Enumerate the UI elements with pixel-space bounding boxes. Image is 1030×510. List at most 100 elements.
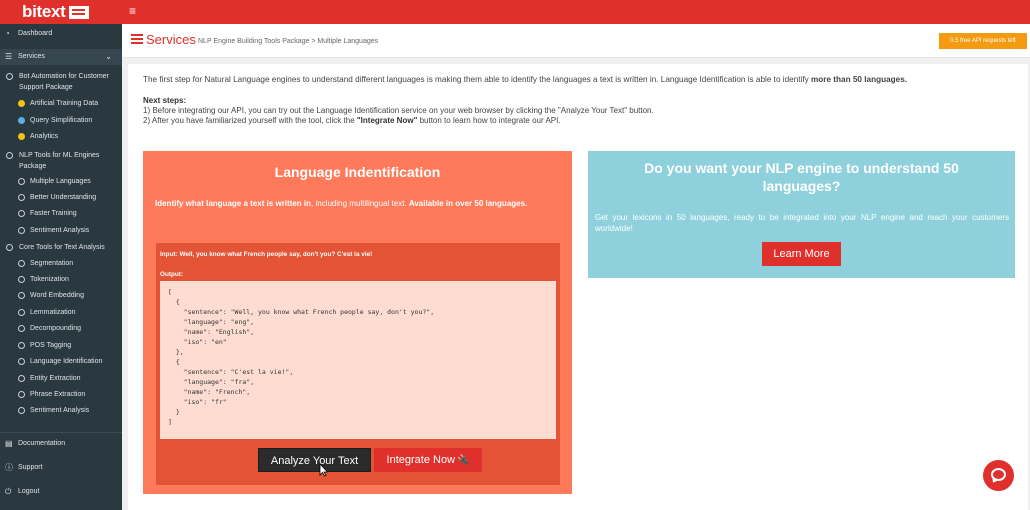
- sidebar-item-label: Tokenization: [30, 276, 69, 283]
- circle-icon: [18, 325, 25, 332]
- sidebar-item-query-simplification[interactable]: Query Simplification: [0, 113, 122, 129]
- document-icon: ▤: [5, 439, 13, 448]
- api-requests-badge[interactable]: 0.5 free API requests left: [939, 33, 1027, 49]
- learn-more-button[interactable]: Learn More: [762, 242, 841, 266]
- logo-text: bitext: [22, 2, 66, 21]
- sidebar-item-multiple-languages[interactable]: Multiple Languages: [0, 174, 122, 190]
- output-code-block: [ { "sentence": "Well, you know what Fre…: [160, 281, 556, 439]
- sidebar-divider: [0, 432, 122, 433]
- intro-text-bold: more than 50 languages.: [811, 75, 908, 84]
- input-output-box: Input: Well, you know what French people…: [156, 243, 560, 485]
- sidebar-package-bot-automation[interactable]: Bot Automation for Customer Support Pack…: [0, 71, 122, 93]
- language-card-title: Language Indentification: [274, 164, 441, 180]
- language-card-description: Identify what language a text is written…: [155, 198, 560, 209]
- sidebar-package-nlp-tools[interactable]: NLP Tools for ML Engines Package: [0, 150, 122, 172]
- circle-icon: [18, 194, 25, 201]
- sidebar-item-label: Support: [18, 464, 43, 471]
- sidebar-item-label: Analytics: [30, 133, 59, 140]
- info-icon: ⓘ: [5, 463, 13, 472]
- sidebar-item-word-embedding[interactable]: Word Embedding: [0, 288, 122, 304]
- next-step-2: 2) After you have familiarized yourself …: [143, 116, 1023, 126]
- sidebar-item-label: Better Understanding: [30, 194, 97, 201]
- sidebar-item-language-identification[interactable]: Language Identification: [0, 354, 122, 370]
- sidebar-item-label: Segmentation: [30, 260, 74, 267]
- circle-icon: [18, 227, 25, 234]
- intro-text-body: The first step for Natural Language engi…: [143, 75, 812, 84]
- circle-icon: [18, 276, 25, 283]
- circle-icon: [18, 309, 25, 316]
- lang-desc-bold2: Available in over 50 languages.: [408, 199, 528, 208]
- sidebar-item-better-understanding[interactable]: Better Understanding: [0, 190, 122, 206]
- language-identification-card: Language Indentification Identify what l…: [143, 151, 572, 494]
- sidebar-item-label: Logout: [18, 488, 40, 495]
- next-steps: Next steps: 1) Before integrating our AP…: [143, 96, 1023, 126]
- breadcrumb: NLP Engine Building Tools Package > Mult…: [198, 38, 379, 45]
- step2-post: button to learn how to integrate our API…: [417, 116, 561, 125]
- list-icon: ☰: [5, 52, 13, 61]
- sidebar: ◔ Dashboard ☰ Services ⌄ Bot Automation …: [0, 24, 122, 510]
- sidebar-item-decompounding[interactable]: Decompounding: [0, 321, 122, 337]
- sidebar-item-support[interactable]: ⓘ Support: [0, 460, 122, 476]
- sidebar-item-tokenization[interactable]: Tokenization: [0, 272, 122, 288]
- circle-icon: [18, 407, 25, 414]
- power-icon: ⏻: [5, 487, 12, 496]
- circle-icon: [6, 152, 13, 159]
- sidebar-item-label: Multiple Languages: [30, 178, 91, 185]
- blue-dot-icon: [18, 117, 25, 124]
- sidebar-item-label: Decompounding: [30, 325, 81, 332]
- sidebar-item-faster-training[interactable]: Faster Training: [0, 206, 122, 222]
- sidebar-item-label: Language Identification: [30, 358, 103, 365]
- sidebar-item-artificial-training-data[interactable]: Artificial Training Data: [0, 96, 122, 112]
- sidebar-item-phrase-extraction[interactable]: Phrase Extraction: [0, 387, 122, 403]
- yellow-dot-icon: [18, 133, 25, 140]
- sidebar-item-label: POS Tagging: [30, 342, 72, 349]
- circle-icon: [18, 375, 25, 382]
- circle-icon: [18, 342, 25, 349]
- circle-icon: [18, 260, 25, 267]
- input-label: Input: Well, you know what French people…: [160, 251, 373, 258]
- sidebar-item-label: Services: [18, 53, 45, 60]
- sidebar-item-label: Sentiment Analysis: [30, 407, 90, 414]
- hamburger-menu-icon[interactable]: ≡: [129, 3, 136, 19]
- sidebar-item-logout[interactable]: ⏻ Logout: [0, 484, 122, 500]
- next-steps-title: Next steps:: [143, 96, 187, 105]
- integrate-now-button[interactable]: Integrate Now 🔌: [374, 448, 482, 472]
- step2-pre: 2) After you have familiarized yourself …: [143, 116, 357, 125]
- sidebar-item-segmentation[interactable]: Segmentation: [0, 256, 122, 272]
- top-bar: bitext ≡: [0, 0, 1030, 24]
- next-step-1: 1) Before integrating our API, you can t…: [143, 106, 654, 115]
- sidebar-item-pos-tagging[interactable]: POS Tagging: [0, 338, 122, 354]
- sidebar-package-label: NLP Tools for ML Engines Package: [19, 152, 100, 170]
- bitext-logo[interactable]: bitext: [22, 2, 89, 22]
- sidebar-package-core-tools[interactable]: Core Tools for Text Analysis: [0, 242, 122, 253]
- circle-icon: [18, 178, 25, 185]
- page-header: Services NLP Engine Building Tools Packa…: [122, 24, 1030, 58]
- sidebar-item-label: Artificial Training Data: [30, 100, 99, 107]
- sidebar-item-label: Documentation: [18, 440, 66, 447]
- step2-bold: "Integrate Now": [356, 116, 418, 125]
- circle-icon: [6, 244, 13, 251]
- sidebar-item-entity-extraction[interactable]: Entity Extraction: [0, 371, 122, 387]
- yellow-dot-icon: [18, 100, 25, 107]
- analyze-your-text-button[interactable]: Analyze Your Text: [258, 448, 371, 472]
- logo-mark-icon: [68, 6, 89, 19]
- nlp-engine-card: Do you want your NLP engine to understan…: [588, 151, 1015, 278]
- nlp-card-description: Get your lexicons in 50 languages, ready…: [595, 213, 1009, 233]
- chat-button[interactable]: [983, 460, 1014, 491]
- sidebar-item-analytics[interactable]: Analytics: [0, 129, 122, 145]
- sidebar-item-lemmatization[interactable]: Lemmatization: [0, 305, 122, 321]
- sidebar-item-label: Phrase Extraction: [30, 391, 86, 398]
- sidebar-item-services[interactable]: ☰ Services ⌄: [0, 49, 122, 65]
- sidebar-item-label: Query Simplification: [30, 117, 93, 124]
- sidebar-item-sentiment-analysis-core[interactable]: Sentiment Analysis: [0, 403, 122, 419]
- sidebar-item-label: Faster Training: [30, 210, 77, 217]
- sidebar-item-documentation[interactable]: ▤ Documentation: [0, 436, 122, 452]
- chevron-down-icon: ⌄: [105, 52, 112, 61]
- sidebar-package-label: Bot Automation for Customer Support Pack…: [19, 73, 109, 91]
- sidebar-package-label: Core Tools for Text Analysis: [19, 244, 105, 251]
- sidebar-item-label: Entity Extraction: [30, 375, 81, 382]
- sidebar-item-dashboard[interactable]: ◔ Dashboard: [0, 26, 122, 42]
- integrate-now-label: Integrate Now: [386, 454, 456, 466]
- mouse-cursor-icon: [319, 463, 329, 477]
- sidebar-item-sentiment-analysis-nlp[interactable]: Sentiment Analysis: [0, 223, 122, 239]
